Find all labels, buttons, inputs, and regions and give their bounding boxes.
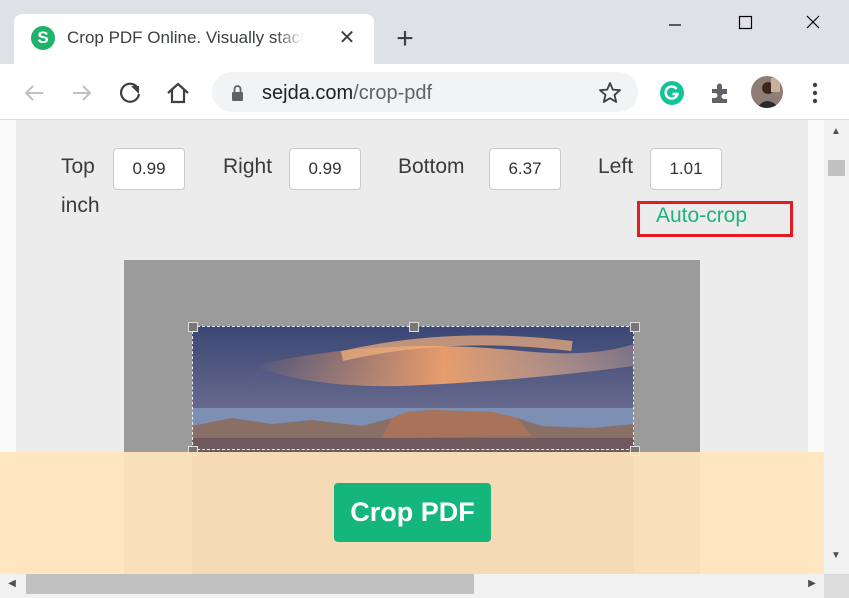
scrollbar-corner — [824, 574, 849, 598]
scroll-left-arrow-icon[interactable]: ◀ — [4, 576, 20, 592]
url-text: sejda.com/crop-pdf — [262, 82, 432, 105]
scroll-right-arrow-icon[interactable]: ▶ — [804, 576, 820, 592]
browser-menu-icon[interactable] — [805, 80, 825, 106]
left-margin-label: Left — [598, 155, 634, 178]
crop-selection-frame[interactable] — [192, 326, 634, 450]
minimize-window-icon[interactable] — [652, 4, 698, 40]
crop-pdf-button[interactable]: Crop PDF — [334, 483, 491, 542]
maximize-window-icon[interactable] — [722, 4, 768, 40]
action-bar: Crop PDF — [0, 452, 824, 574]
home-icon[interactable] — [163, 78, 193, 108]
grammarly-extension-icon[interactable] — [659, 80, 685, 106]
url-path: /crop-pdf — [353, 82, 433, 104]
vertical-scroll-thumb[interactable] — [828, 160, 845, 176]
bookmark-star-icon[interactable] — [598, 81, 622, 105]
crop-handle-top[interactable] — [409, 322, 419, 332]
right-margin-input[interactable]: 0.99 — [289, 148, 361, 190]
browser-title-bar: S Crop PDF Online. Visually stacked ✕ + — [0, 0, 849, 64]
tab-title-fade — [276, 22, 304, 56]
crop-handle-top-left[interactable] — [188, 322, 198, 332]
tab-title: Crop PDF Online. Visually stacked — [67, 28, 303, 47]
crop-handle-top-right[interactable] — [630, 322, 640, 332]
left-margin-input[interactable]: 1.01 — [650, 148, 722, 190]
sejda-favicon-icon: S — [31, 26, 55, 50]
close-window-icon[interactable] — [790, 4, 836, 40]
top-margin-label: Top — [61, 155, 95, 178]
vertical-scrollbar[interactable]: ▲ ▼ — [824, 120, 849, 574]
scroll-down-arrow-icon[interactable]: ▼ — [828, 548, 844, 564]
close-tab-icon[interactable]: ✕ — [335, 26, 359, 50]
address-bar[interactable]: sejda.com/crop-pdf — [212, 72, 638, 112]
profile-avatar[interactable] — [751, 76, 783, 108]
extensions-puzzle-icon[interactable] — [707, 80, 733, 106]
scroll-up-arrow-icon[interactable]: ▲ — [828, 124, 844, 140]
right-margin-label: Right — [223, 155, 273, 178]
page-viewport: Top 0.99 Right 0.99 Bottom 6.37 Left 1.0… — [0, 120, 824, 574]
horizontal-scrollbar[interactable]: ◀ ▶ — [0, 574, 824, 598]
url-domain: sejda.com — [262, 82, 354, 104]
new-tab-icon[interactable]: + — [390, 22, 420, 56]
auto-crop-highlight — [637, 201, 793, 237]
unit-label: inch — [61, 194, 100, 217]
bottom-margin-input[interactable]: 6.37 — [489, 148, 561, 190]
horizontal-scroll-thumb[interactable] — [26, 574, 474, 594]
forward-arrow-icon[interactable] — [67, 78, 97, 108]
back-arrow-icon[interactable] — [19, 78, 49, 108]
reload-icon[interactable] — [115, 78, 145, 108]
lock-icon — [230, 84, 246, 102]
browser-toolbar: sejda.com/crop-pdf — [0, 64, 849, 120]
browser-tab[interactable]: S Crop PDF Online. Visually stacked ✕ — [14, 14, 374, 64]
top-margin-input[interactable]: 0.99 — [113, 148, 185, 190]
bottom-margin-label: Bottom — [398, 155, 465, 178]
